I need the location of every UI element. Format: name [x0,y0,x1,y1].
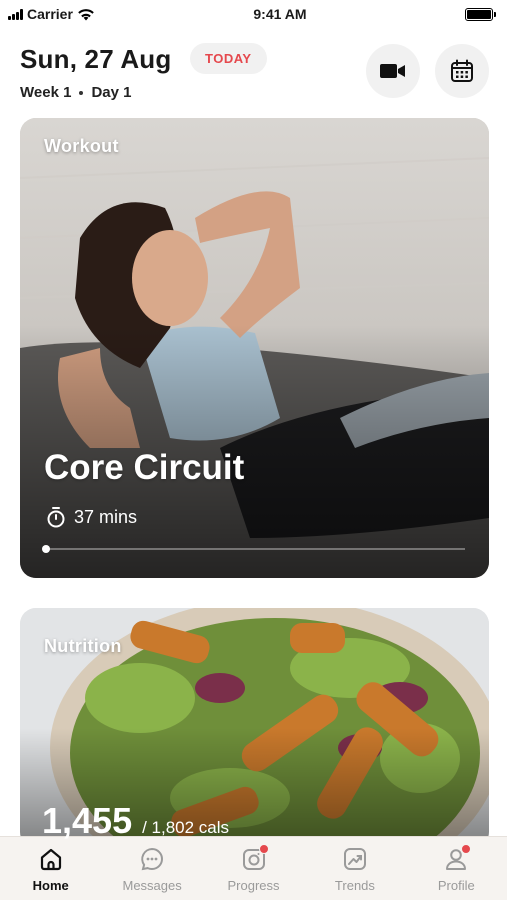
duration-text: 37 mins [74,506,138,527]
carrier-name: Carrier [27,6,73,22]
workout-card[interactable]: Workout Core Circuit 37 mins [20,118,489,578]
workout-card-label: Workout [44,136,119,156]
week-label: Week 1 [20,84,72,101]
clock: 9:41 AM [253,6,307,22]
bottom-tab-bar: Home Messages Progress Trends Profile [0,836,507,900]
page-title: Sun, 27 Aug [20,44,172,74]
calendar-icon [451,59,473,82]
separator-dot [79,90,84,95]
carrier-info: Carrier [8,6,95,22]
stopwatch-icon [47,507,65,528]
tab-profile[interactable]: Profile [406,837,507,900]
status-bar: Carrier 9:41 AM [0,0,507,28]
workout-duration: 37 mins [46,506,137,528]
video-button[interactable] [366,44,420,98]
calorie-summary: 1,455 / 1,802 cals [42,800,229,842]
progress-notification-dot [258,844,269,854]
profile-notification-dot [461,844,472,854]
tab-home[interactable]: Home [0,837,101,900]
nutrition-card-label: Nutrition [44,636,122,656]
page-header: Sun, 27 Aug TODAY Week 1 Day 1 [18,40,489,110]
day-label: Day 1 [91,84,132,101]
tab-messages-label: Messages [122,878,182,893]
tab-trends[interactable]: Trends [304,837,405,900]
video-camera-icon [380,64,405,78]
battery-icon [465,7,496,21]
tab-progress[interactable]: Progress [203,837,304,900]
calories-goal: / 1,802 cals [142,818,230,837]
calories-consumed: 1,455 [42,800,133,841]
calendar-button[interactable] [435,44,489,98]
chat-icon [138,845,166,873]
trend-chart-icon [341,845,369,873]
tab-progress-label: Progress [227,878,280,893]
camera-icon [240,844,269,873]
today-badge[interactable]: TODAY [190,43,267,74]
tab-home-label: Home [32,878,69,893]
program-position: Week 1 Day 1 [20,84,131,101]
tab-messages[interactable]: Messages [101,837,202,900]
wifi-icon [78,8,94,20]
signal-icon [8,8,23,20]
home-icon [37,845,65,873]
workout-progress-bar [42,545,465,553]
progress-knob [42,545,50,553]
profile-icon [442,844,472,873]
tab-trends-label: Trends [334,878,375,893]
nutrition-card[interactable]: Nutrition 1,455 / 1,802 cals [20,608,489,848]
tab-profile-label: Profile [437,878,475,893]
workout-title: Core Circuit [44,448,245,487]
